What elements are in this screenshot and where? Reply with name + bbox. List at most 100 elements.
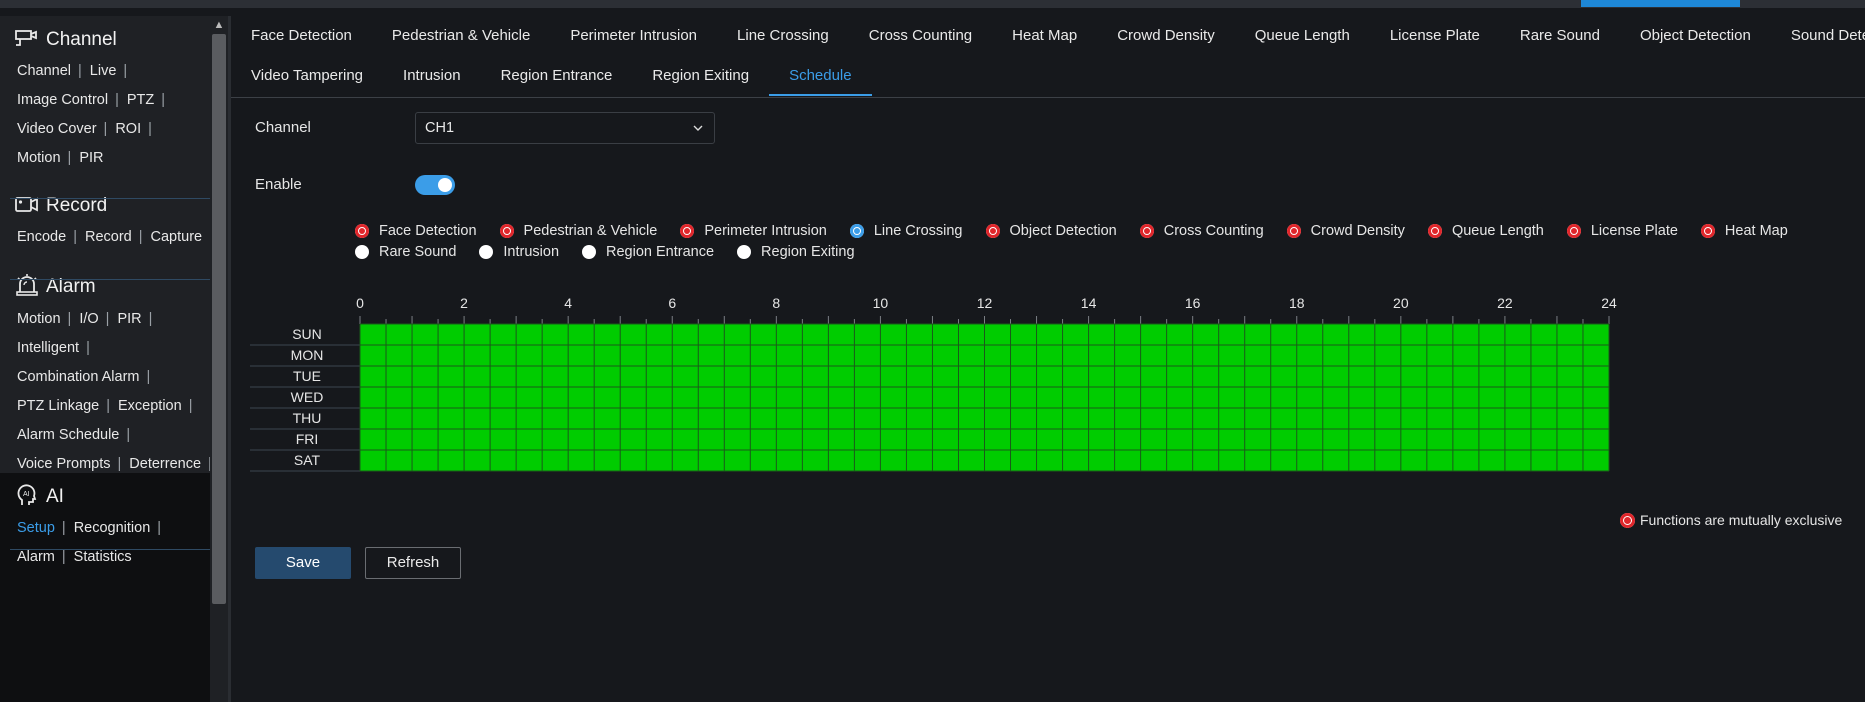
tab-crowd-density[interactable]: Crowd Density: [1097, 16, 1235, 56]
function-radio-label: Cross Counting: [1163, 223, 1264, 239]
sidebar-item-i-o[interactable]: I/O: [79, 311, 98, 327]
tab-schedule[interactable]: Schedule: [769, 56, 872, 96]
tab-video-tampering[interactable]: Video Tampering: [231, 56, 383, 96]
top-bar-active-indicator: [1581, 0, 1740, 7]
tab-queue-length[interactable]: Queue Length: [1235, 16, 1370, 56]
tab-pedestrian-and-vehicle[interactable]: Pedestrian & Vehicle: [372, 16, 550, 56]
tab-object-detection[interactable]: Object Detection: [1620, 16, 1771, 56]
sidebar-item-image-control[interactable]: Image Control: [17, 92, 108, 108]
radio-exclusive-icon: [680, 224, 695, 238]
link-separator: |: [61, 519, 66, 536]
day-label-sat: SAT: [294, 452, 321, 468]
hour-tick-label: 2: [460, 295, 468, 311]
exclusive-legend: Functions are mutually exclusive: [1620, 512, 1842, 528]
radio-unselected-icon: [582, 245, 597, 259]
link-separator: |: [161, 91, 166, 108]
function-radio-object-detection[interactable]: Object Detection: [985, 223, 1117, 239]
tab-line-crossing[interactable]: Line Crossing: [717, 16, 849, 56]
enable-toggle[interactable]: [415, 175, 455, 195]
sidebar-item-record[interactable]: Record: [85, 229, 132, 245]
sidebar-link-list: Channel | Live | Image Control | PTZ | Video Cov…: [17, 56, 210, 172]
save-button[interactable]: Save: [255, 547, 351, 579]
tab-heat-map[interactable]: Heat Map: [992, 16, 1097, 56]
tab-bar: Face Detection Pedestrian & Vehicle Perime…: [231, 16, 1865, 98]
function-radio-intrusion[interactable]: Intrusion: [479, 244, 559, 260]
tab-row-2: Video Tampering Intrusion Region Entrance R…: [231, 56, 872, 96]
link-separator: |: [106, 397, 110, 414]
scrollbar-thumb[interactable]: [212, 34, 226, 604]
sidebar-divider: [228, 16, 231, 702]
hour-tick-label: 0: [356, 295, 364, 311]
sidebar-item-roi[interactable]: ROI: [115, 121, 141, 137]
function-radio-queue-length[interactable]: Queue Length: [1427, 223, 1544, 239]
tab-rare-sound[interactable]: Rare Sound: [1500, 16, 1620, 56]
sidebar-item-motion[interactable]: Motion: [17, 150, 61, 166]
sidebar-item-pir[interactable]: PIR: [117, 311, 141, 327]
function-radio-label: Object Detection: [1009, 223, 1117, 239]
sidebar-item-ptz-linkage[interactable]: PTZ Linkage: [17, 398, 99, 414]
sidebar-item-alarm-schedule[interactable]: Alarm Schedule: [17, 427, 119, 443]
tab-region-exiting[interactable]: Region Exiting: [632, 56, 769, 96]
function-radio-label: Region Exiting: [761, 244, 855, 260]
function-radio-region-entrance[interactable]: Region Entrance: [582, 244, 714, 260]
tab-intrusion[interactable]: Intrusion: [383, 56, 481, 96]
function-radio-cross-counting[interactable]: Cross Counting: [1139, 223, 1264, 239]
function-radio-perimeter-intrusion[interactable]: Perimeter Intrusion: [680, 223, 827, 239]
sidebar-item-voice-prompts[interactable]: Voice Prompts: [17, 456, 111, 472]
sidebar-item-capture[interactable]: Capture: [151, 229, 203, 245]
function-radio-label: Face Detection: [379, 223, 477, 239]
exclusive-marker-icon: [1620, 512, 1635, 528]
sidebar-section-header: Alarm: [14, 273, 96, 301]
channel-select[interactable]: CH1: [415, 112, 715, 144]
svg-text:AI: AI: [23, 491, 30, 498]
link-separator: |: [78, 62, 82, 79]
function-radio-rare-sound[interactable]: Rare Sound: [355, 244, 456, 260]
link-separator: |: [188, 397, 193, 414]
sidebar-item-combination-alarm[interactable]: Combination Alarm: [17, 369, 140, 385]
function-radio-label: Crowd Density: [1310, 223, 1405, 239]
function-radio-region-exiting[interactable]: Region Exiting: [737, 244, 855, 260]
function-radio-crowd-density[interactable]: Crowd Density: [1286, 223, 1405, 239]
function-radio-pedestrian-and-vehicle[interactable]: Pedestrian & Vehicle: [499, 223, 657, 239]
sidebar-link-row: Motion | PIR: [17, 143, 210, 172]
sidebar-section-title: AI: [46, 486, 64, 507]
sidebar-item-statistics[interactable]: Statistics: [74, 549, 132, 565]
refresh-button[interactable]: Refresh: [365, 547, 461, 579]
radio-exclusive-icon: [1139, 224, 1154, 238]
function-radio-license-plate[interactable]: License Plate: [1566, 223, 1678, 239]
day-label-tue: TUE: [293, 368, 321, 384]
sidebar-item-channel[interactable]: Channel: [17, 63, 71, 79]
sidebar-link-row: Alarm Schedule |: [17, 420, 210, 449]
sidebar-item-pir[interactable]: PIR: [79, 150, 103, 166]
sidebar-item-ptz[interactable]: PTZ: [127, 92, 154, 108]
tab-region-entrance[interactable]: Region Entrance: [481, 56, 633, 96]
sidebar-item-exception[interactable]: Exception: [118, 398, 182, 414]
sidebar-item-alarm[interactable]: Alarm: [17, 549, 55, 565]
hour-tick-label: 18: [1289, 295, 1305, 311]
link-separator: |: [67, 149, 72, 166]
link-separator: |: [157, 519, 162, 536]
tab-license-plate[interactable]: License Plate: [1370, 16, 1500, 56]
sidebar-item-encode[interactable]: Encode: [17, 229, 66, 245]
sidebar-item-recognition[interactable]: Recognition: [74, 520, 151, 536]
tab-perimeter-intrusion[interactable]: Perimeter Intrusion: [550, 16, 717, 56]
schedule-grid[interactable]: 0 2 4 6 8 10 12 14 16 18 20 22 24SUNMONTUEWEDTHUFRIS…: [250, 290, 1630, 472]
function-radio-heat-map[interactable]: Heat Map: [1700, 223, 1788, 239]
tab-face-detection[interactable]: Face Detection: [231, 16, 372, 56]
tab-cross-counting[interactable]: Cross Counting: [849, 16, 992, 56]
sidebar-item-setup[interactable]: Setup: [17, 520, 55, 536]
tab-sound-detection[interactable]: Sound Detection: [1771, 16, 1865, 56]
function-radio-face-detection[interactable]: Face Detection: [355, 223, 477, 239]
day-label-sun: SUN: [292, 326, 322, 342]
function-radio-line-crossing[interactable]: Line Crossing: [849, 223, 963, 239]
sidebar-item-motion[interactable]: Motion: [17, 311, 61, 327]
scroll-up-arrow-icon[interactable]: ▲: [210, 16, 228, 34]
sidebar: Channel Channel | Live | Image Control | PTZ | Vi…: [0, 16, 210, 702]
sidebar-item-live[interactable]: Live: [90, 63, 117, 79]
radio-exclusive-icon: [355, 224, 369, 238]
radio-unselected-icon: [479, 245, 494, 259]
radio-unselected-icon: [355, 245, 369, 259]
sidebar-item-intelligent[interactable]: Intelligent: [17, 340, 79, 356]
sidebar-item-deterrence[interactable]: Deterrence: [129, 456, 201, 472]
sidebar-item-video-cover[interactable]: Video Cover: [17, 121, 97, 137]
